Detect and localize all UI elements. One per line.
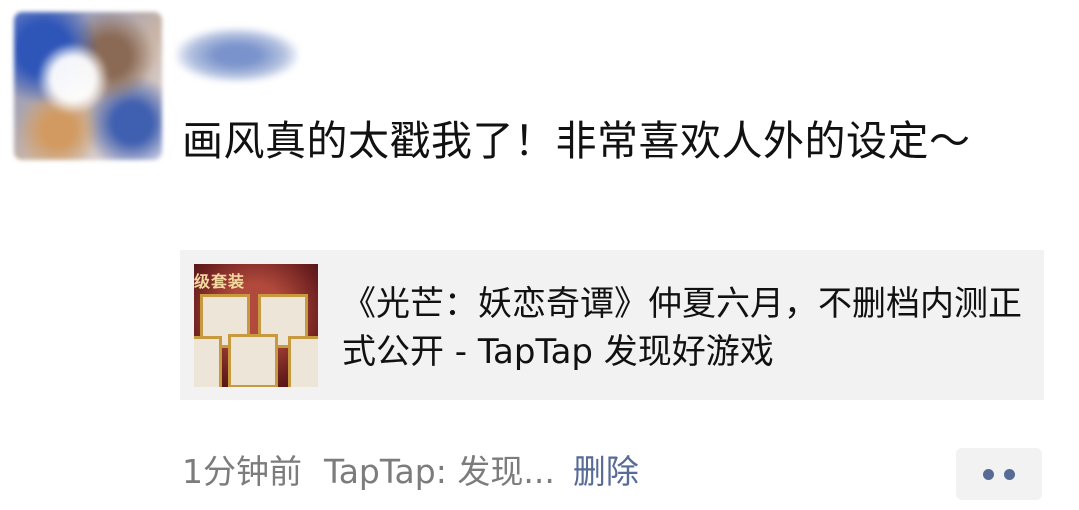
- delete-link[interactable]: 删除: [573, 447, 639, 497]
- more-button[interactable]: [956, 448, 1042, 500]
- thumbnail-frame: [228, 334, 278, 387]
- link-thumbnail: 级套装: [194, 264, 318, 387]
- link-title: 《光芒：妖恋奇谭》仲夏六月，不删档内测正式公开 - TapTap 发现好游戏: [342, 284, 1022, 372]
- post-source[interactable]: TapTap: 发现...: [324, 447, 555, 497]
- more-dots-icon: [983, 468, 994, 480]
- nickname[interactable]: [176, 28, 298, 82]
- avatar[interactable]: [14, 12, 162, 160]
- post-meta: 1分钟前 TapTap: 发现... 删除: [182, 447, 639, 497]
- thumbnail-frame: [288, 336, 318, 387]
- more-dots-icon: [1004, 468, 1015, 480]
- post-time: 1分钟前: [182, 452, 302, 491]
- link-card[interactable]: 级套装 《光芒：妖恋奇谭》仲夏六月，不删档内测正式公开 - TapTap 发现好…: [180, 250, 1044, 400]
- thumbnail-frame: [194, 336, 222, 387]
- thumbnail-banner: 级套装: [194, 272, 246, 291]
- post-text: 画风真的太戳我了！非常喜欢人外的设定～: [182, 117, 971, 165]
